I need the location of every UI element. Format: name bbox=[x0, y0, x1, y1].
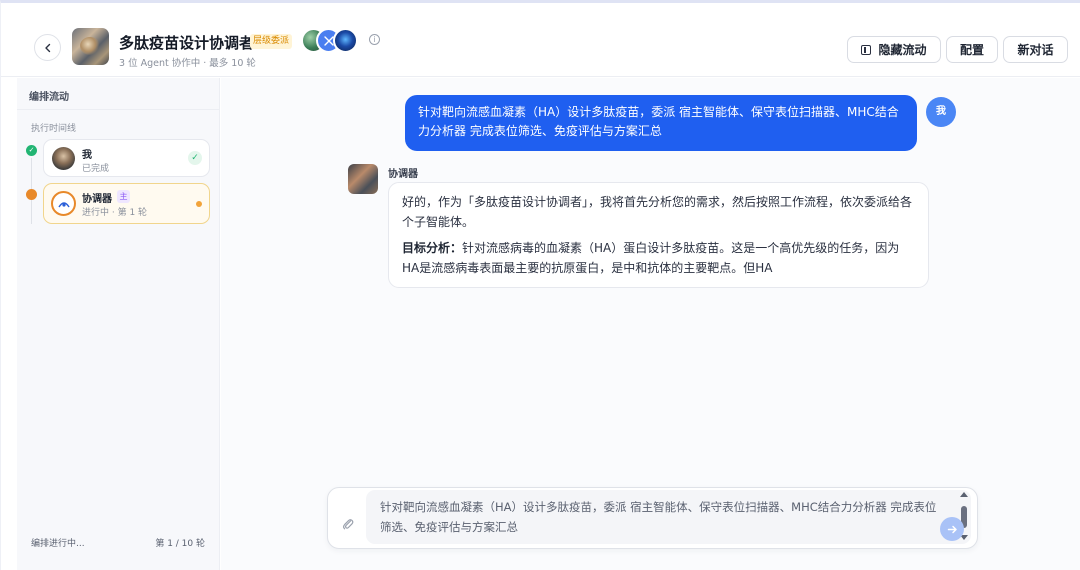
agent-avatar-group[interactable] bbox=[301, 28, 361, 54]
timeline-card-coordinator[interactable]: 协调器 主 进行中 · 第 1 轮 bbox=[43, 183, 210, 224]
coordinator-avatar bbox=[51, 191, 76, 216]
bot-lead-label: 目标分析： bbox=[402, 241, 463, 255]
info-icon[interactable]: i bbox=[369, 34, 380, 45]
card-status: 进行中 · 第 1 轮 bbox=[82, 208, 148, 218]
flow-status-text: 编排进行中... bbox=[31, 539, 85, 549]
timeline-dot-done: ✓ bbox=[26, 145, 37, 156]
scroll-up-icon[interactable] bbox=[960, 492, 968, 497]
chat-area: 针对靶向流感血凝素（HA）设计多肽疫苗，委派 宿主智能体、保守表位扫描器、MHC… bbox=[221, 78, 1080, 570]
timeline-card-me[interactable]: 我 已完成 ✓ bbox=[43, 139, 210, 177]
main-badge: 主 bbox=[117, 190, 130, 203]
status-dot bbox=[196, 201, 202, 207]
back-button[interactable] bbox=[34, 34, 61, 61]
attachment-icon[interactable] bbox=[341, 517, 355, 531]
bot-paragraph: 目标分析：针对流感病毒的血凝素（HA）蛋白设计多肽疫苗。这是一个高优先级的任务，… bbox=[402, 238, 914, 278]
check-icon: ✓ bbox=[188, 151, 202, 165]
message-input[interactable]: 针对靶向流感血凝素（HA）设计多肽疫苗，委派 宿主智能体、保守表位扫描器、MHC… bbox=[366, 490, 971, 544]
hide-flow-button[interactable]: 隐藏流动 bbox=[847, 36, 941, 63]
panel-icon bbox=[861, 44, 872, 55]
send-icon bbox=[947, 525, 957, 533]
bot-paragraph-text: 针对流感病毒的血凝素（HA）蛋白设计多肽疫苗。这是一个高优先级的任务，因为HA是… bbox=[402, 241, 900, 275]
bot-name: 协调器 bbox=[388, 169, 418, 180]
agent-avatar-analyzer bbox=[333, 28, 358, 53]
card-name: 协调器 bbox=[82, 194, 112, 205]
user-message-bubble: 针对靶向流感血凝素（HA）设计多肽疫苗，委派 宿主智能体、保守表位扫描器、MHC… bbox=[405, 95, 917, 151]
card-status: 已完成 bbox=[82, 164, 110, 174]
round-counter: 第 1 / 10 轮 bbox=[155, 539, 205, 549]
bot-paragraph: 好的，作为「多肽疫苗设计协调者」，我将首先分析您的需求，然后按照工作流程，依次委… bbox=[402, 195, 913, 229]
avatar bbox=[52, 147, 75, 170]
page-title: 多肽疫苗设计协调者 bbox=[119, 34, 255, 52]
timeline-heading: 执行时间线 bbox=[31, 124, 77, 134]
config-button[interactable]: 配置 bbox=[946, 36, 998, 63]
sidebar-divider bbox=[17, 109, 220, 110]
timeline-dot-active bbox=[26, 189, 37, 200]
message-composer: 针对靶向流感血凝素（HA）设计多肽疫苗，委派 宿主智能体、保守表位扫描器、MHC… bbox=[327, 487, 978, 549]
agent-thumbnail bbox=[72, 28, 109, 65]
page-subtitle: 3 位 Agent 协作中 · 最多 10 轮 bbox=[119, 58, 256, 69]
send-button[interactable] bbox=[940, 517, 964, 541]
card-name: 我 bbox=[82, 150, 92, 161]
coordinator-icon bbox=[57, 201, 70, 207]
flow-sidebar: 编排流动 执行时间线 ✓ 我 已完成 ✓ 协调器 主 进行中 · 第 1 轮 编… bbox=[17, 78, 220, 570]
back-arrow-icon bbox=[44, 43, 50, 52]
new-chat-button[interactable]: 新对话 bbox=[1003, 36, 1068, 63]
sidebar-title: 编排流动 bbox=[29, 92, 69, 103]
bot-message-bubble: 好的，作为「多肽疫苗设计协调者」，我将首先分析您的需求，然后按照工作流程，依次委… bbox=[388, 182, 929, 288]
delegation-tag: 层级委派 bbox=[250, 34, 293, 49]
hide-flow-label: 隐藏流动 bbox=[878, 43, 927, 57]
coordinator-message-avatar bbox=[348, 164, 378, 194]
header-bar: 多肽疫苗设计协调者 层级委派 i 3 位 Agent 协作中 · 最多 10 轮… bbox=[1, 3, 1080, 77]
app-window: 多肽疫苗设计协调者 层级委派 i 3 位 Agent 协作中 · 最多 10 轮… bbox=[0, 0, 1080, 570]
user-avatar: 我 bbox=[926, 97, 956, 127]
